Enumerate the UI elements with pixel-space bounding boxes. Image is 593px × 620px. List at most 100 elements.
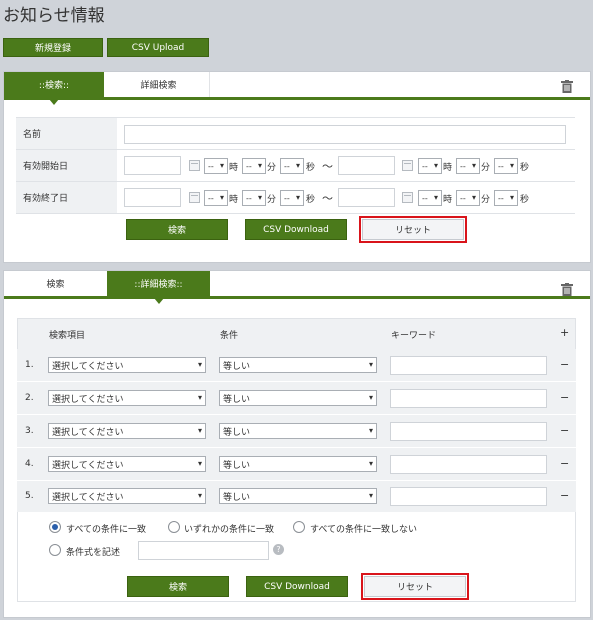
condition-select[interactable]: 等しい xyxy=(219,488,377,504)
formula-label: 条件式を記述 xyxy=(66,548,121,558)
second-select[interactable]: -- xyxy=(280,190,304,206)
calendar-icon[interactable] xyxy=(402,192,413,203)
condition-select[interactable]: 等しい xyxy=(219,456,377,472)
row-number: 1. xyxy=(25,360,34,370)
end-date-row: 有効終了日 -- 時 -- 分 -- 秒 〜 -- 時 -- 分 -- 秒 xyxy=(16,182,575,214)
tab-simple-search[interactable]: 検索 xyxy=(4,271,107,296)
keyword-input[interactable] xyxy=(390,422,547,441)
start-date-from-input[interactable] xyxy=(124,156,181,175)
keyword-input[interactable] xyxy=(390,487,547,506)
detail-table-header: 検索項目 条件 キーワード + xyxy=(18,319,575,349)
name-input[interactable] xyxy=(124,125,566,144)
new-register-button[interactable]: 新規登録 xyxy=(3,38,103,57)
tab-detail-search[interactable]: 詳細検索 xyxy=(108,72,210,97)
hour-unit: 時 xyxy=(229,163,239,173)
match-any-radio[interactable] xyxy=(168,521,180,533)
keyword-input[interactable] xyxy=(390,455,547,474)
second-select[interactable]: -- xyxy=(494,158,518,174)
end-date-label: 有効終了日 xyxy=(16,182,117,213)
row-number: 5. xyxy=(25,491,34,501)
search-button[interactable]: 検索 xyxy=(127,576,229,597)
row-number: 4. xyxy=(25,459,34,469)
table-row: 1. 選択してください 等しい − xyxy=(17,349,576,382)
second-unit: 秒 xyxy=(520,195,530,205)
hour-unit: 時 xyxy=(229,195,239,205)
hour-select[interactable]: -- xyxy=(204,190,228,206)
item-select[interactable]: 選択してください xyxy=(48,423,206,439)
hour-unit: 時 xyxy=(443,195,453,205)
item-select[interactable]: 選択してください xyxy=(48,357,206,373)
match-none-label: すべての条件に一致しない xyxy=(310,525,418,535)
formula-input[interactable] xyxy=(138,541,269,560)
trash-icon[interactable] xyxy=(561,80,573,93)
table-row: 4. 選択してください 等しい − xyxy=(17,448,576,481)
match-all-label: すべての条件に一致 xyxy=(66,525,147,535)
detail-rows: 1. 選択してください 等しい − 2. 選択してください 等しい − 3. 選… xyxy=(17,349,576,512)
condition-select[interactable]: 等しい xyxy=(219,357,377,373)
header-keyword: キーワード xyxy=(391,331,437,341)
name-label: 名前 xyxy=(16,118,117,149)
minute-select[interactable]: -- xyxy=(242,190,266,206)
csv-download-button[interactable]: CSV Download xyxy=(246,576,348,597)
add-row-button[interactable]: + xyxy=(560,326,569,339)
end-date-from-input[interactable] xyxy=(124,188,181,207)
condition-select[interactable]: 等しい xyxy=(219,390,377,406)
minute-select[interactable]: -- xyxy=(456,190,480,206)
second-select[interactable]: -- xyxy=(494,190,518,206)
hour-select[interactable]: -- xyxy=(418,158,442,174)
item-select[interactable]: 選択してください xyxy=(48,390,206,406)
tab-bar: ::検索:: 詳細検索 xyxy=(4,72,590,105)
minute-unit: 分 xyxy=(481,163,491,173)
row-number: 2. xyxy=(25,393,34,403)
page-title: お知らせ情報 xyxy=(3,6,105,26)
remove-row-button[interactable]: − xyxy=(560,457,569,470)
search-button[interactable]: 検索 xyxy=(126,219,228,240)
second-select[interactable]: -- xyxy=(280,158,304,174)
item-select[interactable]: 選択してください xyxy=(48,488,206,504)
minute-unit: 分 xyxy=(267,195,277,205)
second-unit: 秒 xyxy=(306,195,316,205)
table-row: 5. 選択してください 等しい − xyxy=(17,481,576,512)
minute-unit: 分 xyxy=(267,163,277,173)
keyword-input[interactable] xyxy=(390,389,547,408)
range-separator: 〜 xyxy=(322,160,333,173)
table-row: 2. 選択してください 等しい − xyxy=(17,382,576,415)
row-number: 3. xyxy=(25,426,34,436)
csv-upload-button[interactable]: CSV Upload xyxy=(107,38,209,57)
item-select[interactable]: 選択してください xyxy=(48,456,206,472)
start-date-to-input[interactable] xyxy=(338,156,395,175)
match-none-radio[interactable] xyxy=(293,521,305,533)
reset-highlight xyxy=(359,216,467,243)
formula-radio[interactable] xyxy=(49,544,61,556)
start-date-label: 有効開始日 xyxy=(16,150,117,181)
name-row: 名前 xyxy=(16,117,575,150)
remove-row-button[interactable]: − xyxy=(560,358,569,371)
end-date-to-input[interactable] xyxy=(338,188,395,207)
help-icon[interactable]: ? xyxy=(273,544,284,555)
remove-row-button[interactable]: − xyxy=(560,391,569,404)
calendar-icon[interactable] xyxy=(189,192,200,203)
remove-row-button[interactable]: − xyxy=(560,424,569,437)
tab-bar: 検索 ::詳細検索:: xyxy=(4,271,590,304)
minute-unit: 分 xyxy=(481,195,491,205)
tab-simple-search[interactable]: ::検索:: xyxy=(4,72,104,105)
trash-icon[interactable] xyxy=(561,283,573,296)
tab-detail-search[interactable]: ::詳細検索:: xyxy=(107,271,210,304)
minute-select[interactable]: -- xyxy=(456,158,480,174)
match-all-radio[interactable] xyxy=(49,521,61,533)
reset-highlight xyxy=(361,573,469,600)
minute-select[interactable]: -- xyxy=(242,158,266,174)
keyword-input[interactable] xyxy=(390,356,547,375)
second-unit: 秒 xyxy=(520,163,530,173)
remove-row-button[interactable]: − xyxy=(560,489,569,502)
calendar-icon[interactable] xyxy=(402,160,413,171)
hour-unit: 時 xyxy=(443,163,453,173)
hour-select[interactable]: -- xyxy=(418,190,442,206)
start-date-row: 有効開始日 -- 時 -- 分 -- 秒 〜 -- 時 -- 分 -- 秒 xyxy=(16,150,575,182)
header-item: 検索項目 xyxy=(49,331,86,341)
header-condition: 条件 xyxy=(220,331,239,341)
condition-select[interactable]: 等しい xyxy=(219,423,377,439)
calendar-icon[interactable] xyxy=(189,160,200,171)
hour-select[interactable]: -- xyxy=(204,158,228,174)
csv-download-button[interactable]: CSV Download xyxy=(245,219,347,240)
